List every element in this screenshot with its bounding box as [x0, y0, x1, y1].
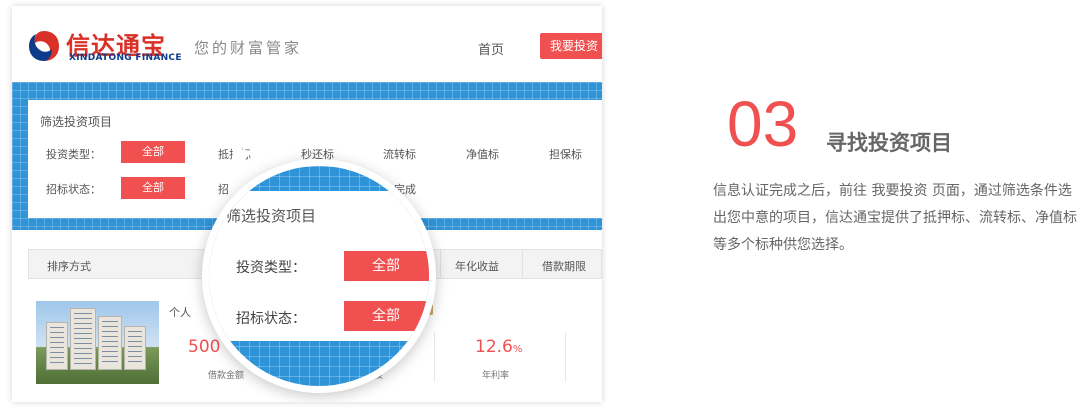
type-option-transfer[interactable]: 流转标 [383, 146, 416, 162]
sort-by-term[interactable]: 借款期限 [542, 258, 586, 274]
magnified-type-label: 投资类型： [236, 260, 306, 276]
step-description: 信息认证完成之后，前往 我要投资 页面，通过筛选条件选出您中意的项目，信达通宝提… [713, 183, 1077, 253]
annual-rate: 12.6% [475, 337, 522, 357]
type-option-guarantee[interactable]: 担保标 [549, 146, 582, 162]
annual-rate-unit: % [512, 344, 523, 355]
filter-title: 筛选投资项目 [40, 115, 113, 129]
sort-divider [522, 250, 523, 278]
nav-home-link[interactable]: 首页 [478, 39, 504, 58]
annual-rate-value: 12.6 [475, 337, 513, 357]
building [124, 326, 146, 370]
status-all-button[interactable]: 全部 [121, 177, 185, 199]
annual-rate-caption: 年利率 [482, 371, 510, 381]
stat-divider [565, 332, 566, 382]
magnified-status-label: 招标状态： [236, 311, 306, 327]
logo-subtext: XINDATONG FINANCE [69, 53, 182, 63]
sort-label: 排序方式 [47, 260, 91, 273]
magnifier-lens: 筛选投资项目 投资类型： 全部 招标状态： 全部 [202, 159, 436, 393]
status-label: 招标状态： [46, 183, 101, 196]
project-image[interactable] [36, 301, 159, 384]
step-title: 寻找投资项目 [826, 131, 952, 155]
type-label: 投资类型： [46, 148, 101, 161]
building [98, 316, 122, 370]
type-all-button[interactable]: 全部 [121, 141, 185, 163]
type-option-net[interactable]: 净值标 [466, 146, 499, 162]
stat-divider [434, 332, 435, 382]
building [70, 308, 96, 370]
logo-mark-icon [29, 31, 59, 61]
step-number: 03 [727, 92, 799, 152]
magnified-filter-panel: 筛选投资项目 投资类型： 全部 招标状态： 全部 [209, 191, 429, 341]
slogan: 您的财富管家 [194, 39, 303, 57]
building [46, 322, 68, 370]
magnified-filter-title: 筛选投资项目 [226, 207, 317, 225]
magnified-type-all-button[interactable]: 全部 [344, 251, 429, 281]
site-header: 信达通宝 XINDATONG FINANCE 您的财富管家 首页 我要投资 [12, 6, 602, 82]
sort-divider [440, 250, 441, 278]
magnified-status-all-button[interactable]: 全部 [344, 301, 429, 331]
sort-by-yield[interactable]: 年化收益 [455, 258, 499, 274]
project-name[interactable]: 个人 [169, 304, 191, 320]
loan-amount-caption: 借款金额 [208, 371, 245, 381]
website-screenshot: 信达通宝 XINDATONG FINANCE 您的财富管家 首页 我要投资 筛选… [12, 6, 602, 402]
nav-invest-button[interactable]: 我要投资 [540, 33, 602, 59]
